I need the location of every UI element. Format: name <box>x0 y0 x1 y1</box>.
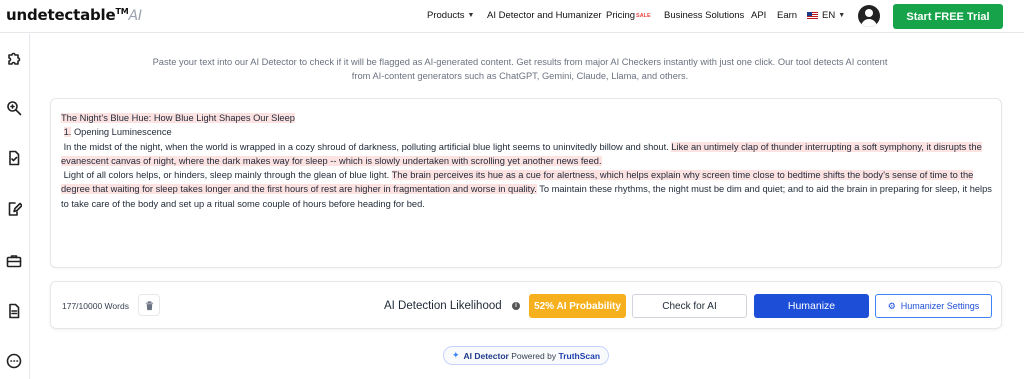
intro-description: Paste your text into our AI Detector to … <box>152 57 888 81</box>
left-sidebar <box>0 34 30 379</box>
analyzed-text[interactable]: The Night’s Blue Hue: How Blue Light Sha… <box>61 111 996 211</box>
nav-earn[interactable]: Earn <box>777 10 797 21</box>
paragraph-1-plain: In the midst of the night, when the worl… <box>63 141 672 152</box>
likelihood-label: AI Detection Likelihood <box>384 300 502 312</box>
heading-text: Opening Luminescence <box>73 127 172 138</box>
nav-products[interactable]: Products ▼ <box>427 10 474 21</box>
start-free-trial-button[interactable]: Start FREE Trial <box>893 4 1003 29</box>
ai-probability-badge: 52% AI Probability <box>529 294 626 318</box>
chevron-down-icon: ▼ <box>838 12 846 19</box>
clear-text-button[interactable] <box>138 294 160 316</box>
powered-by-badge[interactable]: ✦ AI Detector Powered by TruthScan <box>443 346 609 365</box>
edit-document-icon[interactable] <box>6 201 23 217</box>
word-count: 177/10000 Words <box>62 301 129 311</box>
heading-number: 1. <box>63 127 72 138</box>
nav-ai-detector-humanizer[interactable]: AI Detector and Humanizer <box>487 10 602 21</box>
language-selector[interactable]: EN ▼ <box>807 10 845 21</box>
nav-pricing[interactable]: Pricing SALE <box>606 10 651 21</box>
text-input-area[interactable]: The Night’s Blue Hue: How Blue Light Sha… <box>50 98 1002 268</box>
document-icon[interactable] <box>6 303 22 319</box>
paragraph-2-plain: Light of all colors helps, or hinders, s… <box>63 170 392 181</box>
search-ai-icon[interactable] <box>6 100 22 116</box>
text-title: The Night’s Blue Hue: How Blue Light Sha… <box>61 113 295 123</box>
document-check-icon[interactable] <box>6 150 22 166</box>
detection-toolbar: 177/10000 Words AI Detection Likelihood … <box>50 281 1002 329</box>
us-flag-icon <box>807 12 818 19</box>
info-icon[interactable]: i <box>512 302 520 310</box>
humanizer-settings-button[interactable]: ⚙ Humanizer Settings <box>875 294 992 318</box>
trash-icon <box>145 300 153 310</box>
top-header: undetectableTMAI Products ▼ AI Detector a… <box>0 0 1024 33</box>
nav-business-solutions[interactable]: Business Solutions <box>664 10 744 21</box>
chat-icon[interactable] <box>6 353 22 369</box>
sparkle-icon: ✦ <box>451 350 460 360</box>
humanize-button[interactable]: Humanize <box>754 294 869 318</box>
puzzle-icon[interactable] <box>6 50 22 66</box>
user-avatar-icon[interactable] <box>858 5 880 27</box>
nav-api[interactable]: API <box>751 10 766 21</box>
check-for-ai-button[interactable]: Check for AI <box>632 294 747 318</box>
gear-icon: ⚙ <box>887 300 896 311</box>
brand-logo[interactable]: undetectableTMAI <box>6 6 142 24</box>
sale-badge: SALE <box>636 12 651 19</box>
briefcase-icon[interactable] <box>6 253 22 269</box>
chevron-down-icon: ▼ <box>467 12 475 19</box>
